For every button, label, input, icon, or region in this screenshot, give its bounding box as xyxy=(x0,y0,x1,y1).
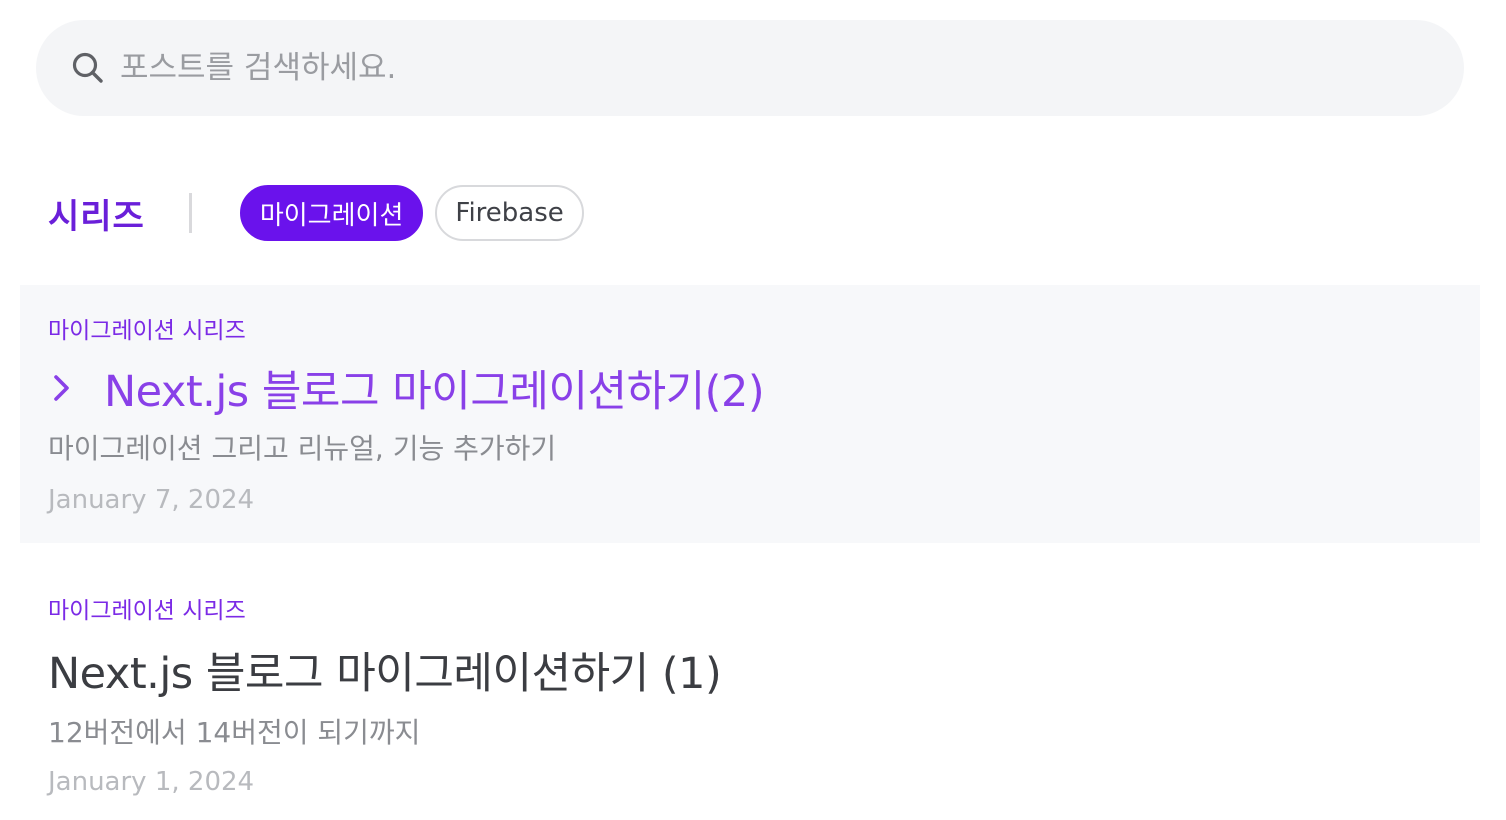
post-title[interactable]: Next.js 블로그 마이그레이션하기 (1) xyxy=(48,639,722,701)
post-series-label: 마이그레이션 시리즈 xyxy=(48,318,246,344)
series-chip-migration[interactable]: 마이그레이션 xyxy=(239,185,424,241)
post-description: 12버전에서 14버전이 되기까지 xyxy=(48,716,421,749)
post-title-row: Next.js 블로그 마이그레이션하기 (1) xyxy=(48,639,722,701)
divider xyxy=(188,193,192,233)
chevron-right-icon xyxy=(54,375,69,401)
series-filter: 시리즈 마이그레이션 Firebase xyxy=(48,184,596,242)
search-bar[interactable] xyxy=(36,20,1464,116)
blog-post-list-page: 시리즈 마이그레이션 Firebase 마이그레이션 시리즈 Next.js 블… xyxy=(0,0,1506,820)
post-card[interactable]: 마이그레이션 시리즈 Next.js 블로그 마이그레이션하기(2) 마이그레이… xyxy=(20,285,1480,543)
post-description: 마이그레이션 그리고 리뉴얼, 기능 추가하기 xyxy=(48,432,557,465)
post-card[interactable]: 마이그레이션 시리즈 Next.js 블로그 마이그레이션하기 (1) 12버전… xyxy=(20,567,1480,817)
post-date: January 7, 2024 xyxy=(48,485,255,515)
post-title[interactable]: Next.js 블로그 마이그레이션하기(2) xyxy=(104,357,765,419)
post-date: January 1, 2024 xyxy=(48,767,255,797)
search-input[interactable] xyxy=(106,38,1420,98)
post-series-label: 마이그레이션 시리즈 xyxy=(48,598,246,624)
series-chip-firebase[interactable]: Firebase xyxy=(435,185,584,241)
post-title-row: Next.js 블로그 마이그레이션하기(2) xyxy=(48,357,765,419)
search-icon xyxy=(72,52,103,83)
series-label: 시리즈 xyxy=(48,196,145,237)
